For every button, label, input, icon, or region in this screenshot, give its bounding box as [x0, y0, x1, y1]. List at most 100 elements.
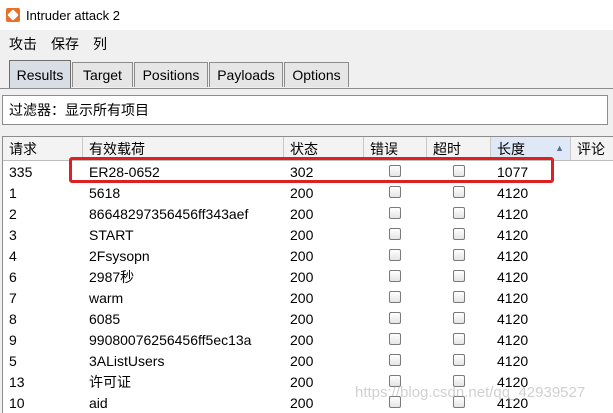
cell-request: 7 — [9, 289, 17, 306]
tab-positions[interactable]: Positions — [134, 62, 208, 87]
table-row[interactable]: 3 START 200 4120 — [3, 224, 613, 245]
burp-app-icon — [6, 8, 20, 22]
table-row[interactable]: 9 99080076256456ff5ec13a 200 4120 — [3, 329, 613, 350]
tab-payloads[interactable]: Payloads — [209, 62, 283, 87]
error-checkbox[interactable] — [389, 165, 401, 177]
cell-payload: 86648297356456ff343aef — [89, 205, 249, 222]
error-checkbox[interactable] — [389, 249, 401, 261]
column-header-request[interactable]: 请求 — [3, 137, 83, 160]
cell-status: 200 — [290, 184, 314, 201]
cell-status: 200 — [290, 289, 314, 306]
timeout-checkbox[interactable] — [453, 270, 465, 282]
tab-bar: Results Target Positions Payloads Option… — [0, 58, 613, 89]
menu-attack[interactable]: 攻击 — [4, 34, 42, 54]
timeout-checkbox[interactable] — [453, 165, 465, 177]
sort-ascending-icon: ▲ — [555, 143, 564, 153]
tab-results[interactable]: Results — [9, 60, 71, 88]
tab-target[interactable]: Target — [72, 62, 133, 87]
filter-text: 过滤器：显示所有项目 — [9, 102, 149, 118]
column-header-length-label: 长度 — [497, 140, 525, 157]
cell-request: 13 — [9, 373, 25, 390]
column-header-comment[interactable]: 评论 — [571, 137, 613, 160]
error-checkbox[interactable] — [389, 375, 401, 387]
cell-request: 335 — [9, 163, 33, 180]
timeout-checkbox[interactable] — [453, 228, 465, 240]
column-header-payload[interactable]: 有效载荷 — [83, 137, 284, 160]
cell-length: 4120 — [497, 394, 529, 411]
timeout-checkbox[interactable] — [453, 333, 465, 345]
table-row[interactable]: 4 2Fsysopn 200 4120 — [3, 245, 613, 266]
error-checkbox[interactable] — [389, 312, 401, 324]
cell-request: 8 — [9, 310, 17, 327]
error-checkbox[interactable] — [389, 186, 401, 198]
error-checkbox[interactable] — [389, 396, 401, 408]
error-checkbox[interactable] — [389, 207, 401, 219]
cell-request: 6 — [9, 268, 17, 285]
timeout-checkbox[interactable] — [453, 207, 465, 219]
error-checkbox[interactable] — [389, 270, 401, 282]
cell-payload: START — [89, 226, 134, 243]
column-header-timeout[interactable]: 超时 — [427, 137, 491, 160]
cell-status: 200 — [290, 394, 314, 411]
table-row[interactable]: 2 86648297356456ff343aef 200 4120 — [3, 203, 613, 224]
table-row[interactable]: 5 3AListUsers 200 4120 — [3, 350, 613, 371]
cell-status: 302 — [290, 163, 314, 180]
table-row[interactable]: 8 6085 200 4120 — [3, 308, 613, 329]
table-row[interactable]: 10 aid 200 4120 — [3, 392, 613, 413]
cell-request: 2 — [9, 205, 17, 222]
timeout-checkbox[interactable] — [453, 375, 465, 387]
table-row[interactable]: 7 warm 200 4120 — [3, 287, 613, 308]
cell-payload: 3AListUsers — [89, 352, 165, 369]
error-checkbox[interactable] — [389, 291, 401, 303]
timeout-checkbox[interactable] — [453, 249, 465, 261]
menu-columns[interactable]: 列 — [88, 34, 112, 54]
tab-options[interactable]: Options — [284, 62, 349, 87]
column-header-length[interactable]: 长度 ▲ — [491, 137, 571, 160]
window-title: Intruder attack 2 — [26, 7, 120, 23]
cell-request: 9 — [9, 331, 17, 348]
timeout-checkbox[interactable] — [453, 186, 465, 198]
cell-payload: 6085 — [89, 310, 121, 327]
table-row[interactable]: 13 许可证 200 4120 — [3, 371, 613, 392]
cell-status: 200 — [290, 205, 314, 222]
cell-length: 4120 — [497, 247, 529, 264]
table-row[interactable]: 1 5618 200 4120 — [3, 182, 613, 203]
error-checkbox[interactable] — [389, 354, 401, 366]
cell-length: 4120 — [497, 289, 529, 306]
cell-status: 200 — [290, 310, 314, 327]
timeout-checkbox[interactable] — [453, 354, 465, 366]
error-checkbox[interactable] — [389, 228, 401, 240]
cell-status: 200 — [290, 352, 314, 369]
cell-length: 4120 — [497, 352, 529, 369]
cell-payload: 5618 — [89, 184, 121, 201]
cell-payload: aid — [89, 394, 108, 411]
cell-request: 3 — [9, 226, 17, 243]
cell-status: 200 — [290, 226, 314, 243]
filter-bar[interactable]: 过滤器：显示所有项目 — [2, 95, 608, 125]
cell-length: 4120 — [497, 331, 529, 348]
cell-length: 4120 — [497, 373, 529, 390]
table-header: 请求 有效载荷 状态 错误 超时 长度 ▲ 评论 — [3, 137, 613, 161]
table-row[interactable]: 335 ER28-0652 302 1077 — [3, 161, 613, 182]
results-table: 请求 有效载荷 状态 错误 超时 长度 ▲ 评论 335 ER28-0652 302… — [2, 136, 613, 413]
cell-payload: 许可证 — [89, 373, 131, 390]
cell-status: 200 — [290, 247, 314, 264]
cell-payload: ER28-0652 — [89, 163, 160, 180]
cell-length: 1077 — [497, 163, 529, 180]
column-header-status[interactable]: 状态 — [284, 137, 364, 160]
column-header-error[interactable]: 错误 — [364, 137, 427, 160]
cell-payload: warm — [89, 289, 124, 306]
table-row[interactable]: 6 2987秒 200 4120 — [3, 266, 613, 287]
menu-save[interactable]: 保存 — [46, 34, 84, 54]
cell-length: 4120 — [497, 268, 529, 285]
timeout-checkbox[interactable] — [453, 312, 465, 324]
cell-length: 4120 — [497, 205, 529, 222]
cell-request: 5 — [9, 352, 17, 369]
cell-payload: 99080076256456ff5ec13a — [89, 331, 252, 348]
timeout-checkbox[interactable] — [453, 396, 465, 408]
timeout-checkbox[interactable] — [453, 291, 465, 303]
error-checkbox[interactable] — [389, 333, 401, 345]
cell-request: 4 — [9, 247, 17, 264]
cell-request: 10 — [9, 394, 25, 411]
menu-bar: 攻击 保存 列 — [0, 30, 613, 58]
